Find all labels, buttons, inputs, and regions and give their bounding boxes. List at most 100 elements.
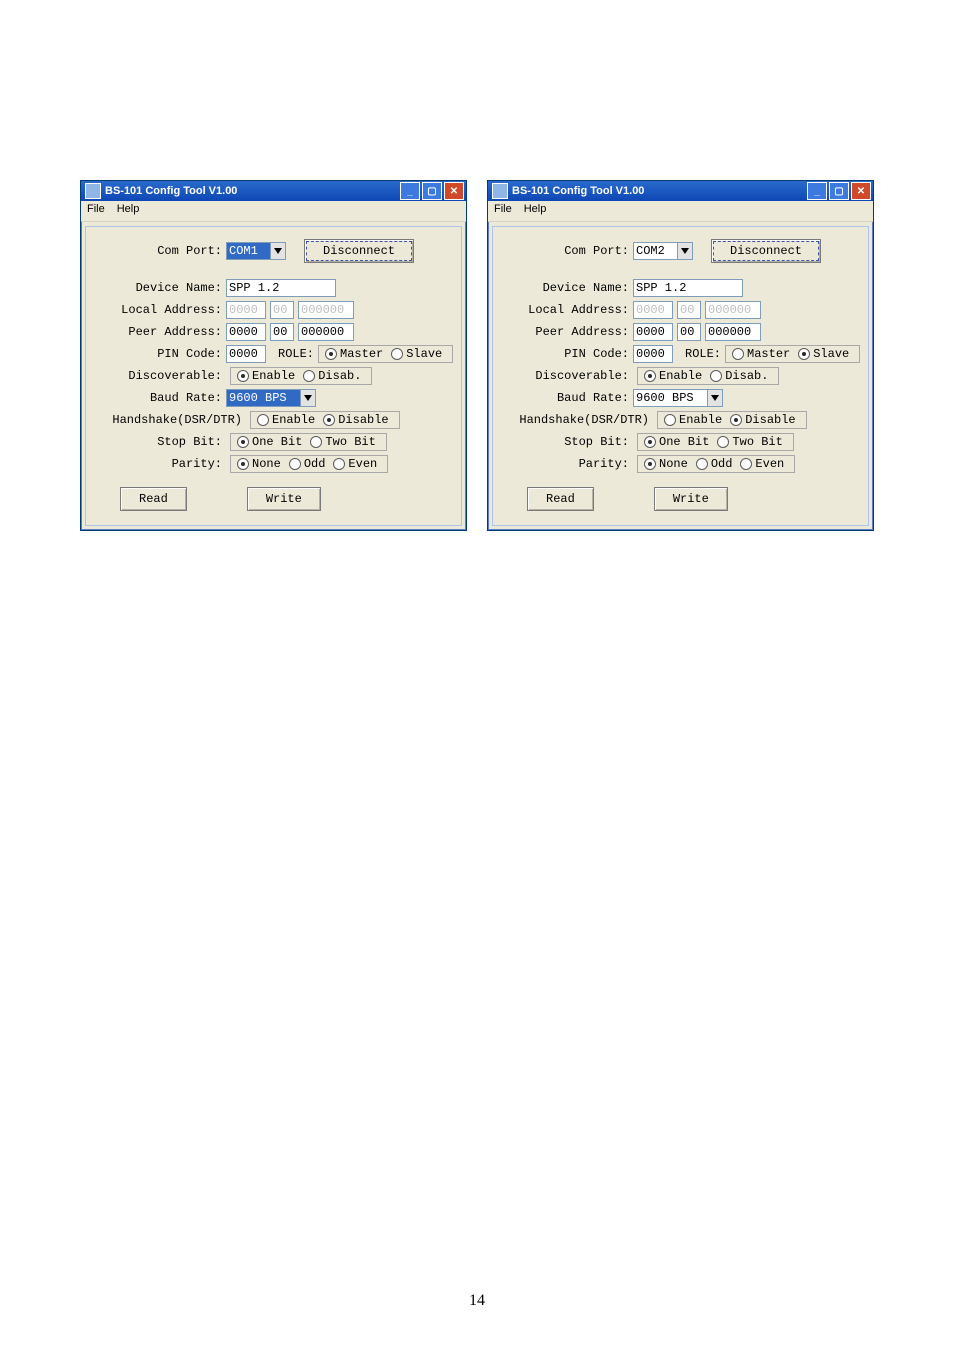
window-controls: _ ▢ ✕ xyxy=(807,182,871,200)
label-pin-code: PIN Code: xyxy=(92,347,226,361)
disconnect-button[interactable]: Disconnect xyxy=(304,239,414,263)
config-window-left: BS-101 Config Tool V1.00 _ ▢ ✕ File Help… xyxy=(80,180,467,531)
role-slave-radio[interactable]: Slave xyxy=(391,347,442,361)
disconnect-button[interactable]: Disconnect xyxy=(711,239,821,263)
hs-enable-radio[interactable]: Enable xyxy=(664,413,722,427)
write-button[interactable]: Write xyxy=(654,487,728,511)
par-even-label: Even xyxy=(348,457,377,471)
com-port-combo[interactable]: COM1 xyxy=(226,242,286,260)
role-master-radio[interactable]: Master xyxy=(325,347,383,361)
com-port-value[interactable]: COM1 xyxy=(226,242,270,260)
minimize-icon[interactable]: _ xyxy=(400,182,420,200)
sb-one-radio[interactable]: One Bit xyxy=(644,435,709,449)
peer-addr-3[interactable]: 000000 xyxy=(298,323,354,341)
close-icon[interactable]: ✕ xyxy=(444,182,464,200)
label-local-address: Local Address: xyxy=(92,303,226,317)
write-button[interactable]: Write xyxy=(247,487,321,511)
chevron-down-icon[interactable] xyxy=(270,242,286,260)
peer-addr-3[interactable]: 000000 xyxy=(705,323,761,341)
role-master-label: Master xyxy=(747,347,790,361)
chevron-down-icon[interactable] xyxy=(300,389,316,407)
baud-rate-combo[interactable]: 9600 BPS xyxy=(633,389,723,407)
par-none-label: None xyxy=(659,457,688,471)
client-area: Com Port: COM1 Disconnect Device Name: S… xyxy=(85,226,462,526)
role-master-label: Master xyxy=(340,347,383,361)
hs-disable-radio[interactable]: Disable xyxy=(730,413,795,427)
label-parity: Parity: xyxy=(499,457,633,471)
hs-disable-label: Disable xyxy=(338,413,388,427)
par-even-label: Even xyxy=(755,457,784,471)
local-addr-1[interactable]: 0000 xyxy=(633,301,673,319)
sb-two-radio[interactable]: Two Bit xyxy=(717,435,782,449)
disc-enable-label: Enable xyxy=(252,369,295,383)
app-icon xyxy=(492,183,508,199)
local-addr-2[interactable]: 00 xyxy=(677,301,701,319)
disc-enable-radio[interactable]: Enable xyxy=(237,369,295,383)
menu-file[interactable]: File xyxy=(494,203,512,221)
menu-help[interactable]: Help xyxy=(524,203,547,221)
close-icon[interactable]: ✕ xyxy=(851,182,871,200)
sb-one-label: One Bit xyxy=(659,435,709,449)
peer-addr-2[interactable]: 00 xyxy=(677,323,701,341)
par-odd-label: Odd xyxy=(304,457,326,471)
sb-one-radio[interactable]: One Bit xyxy=(237,435,302,449)
par-none-radio[interactable]: None xyxy=(644,457,688,471)
window-title: BS-101 Config Tool V1.00 xyxy=(105,185,237,197)
titlebar[interactable]: BS-101 Config Tool V1.00 _ ▢ ✕ xyxy=(81,181,466,201)
chevron-down-icon[interactable] xyxy=(707,389,723,407)
peer-addr-2[interactable]: 00 xyxy=(270,323,294,341)
chevron-down-icon[interactable] xyxy=(677,242,693,260)
sb-two-label: Two Bit xyxy=(732,435,782,449)
role-slave-radio[interactable]: Slave xyxy=(798,347,849,361)
discoverable-group: Enable Disab. xyxy=(637,367,779,385)
pin-field[interactable]: 0000 xyxy=(633,345,673,363)
role-master-radio[interactable]: Master xyxy=(732,347,790,361)
baud-rate-value[interactable]: 9600 BPS xyxy=(226,389,300,407)
local-addr-2[interactable]: 00 xyxy=(270,301,294,319)
titlebar[interactable]: BS-101 Config Tool V1.00 _ ▢ ✕ xyxy=(488,181,873,201)
pin-field[interactable]: 0000 xyxy=(226,345,266,363)
hs-disable-radio[interactable]: Disable xyxy=(323,413,388,427)
disc-enable-radio[interactable]: Enable xyxy=(644,369,702,383)
baud-rate-value[interactable]: 9600 BPS xyxy=(633,389,707,407)
hs-enable-radio[interactable]: Enable xyxy=(257,413,315,427)
label-baud-rate: Baud Rate: xyxy=(92,391,226,405)
label-baud-rate: Baud Rate: xyxy=(499,391,633,405)
label-role: ROLE: xyxy=(278,347,314,361)
local-addr-3[interactable]: 000000 xyxy=(298,301,354,319)
device-name-field[interactable]: SPP 1.2 xyxy=(633,279,743,297)
local-addr-3[interactable]: 000000 xyxy=(705,301,761,319)
par-none-radio[interactable]: None xyxy=(237,457,281,471)
label-parity: Parity: xyxy=(92,457,226,471)
minimize-icon[interactable]: _ xyxy=(807,182,827,200)
com-port-value[interactable]: COM2 xyxy=(633,242,677,260)
role-group: Master Slave xyxy=(318,345,453,363)
peer-addr-1[interactable]: 0000 xyxy=(633,323,673,341)
sb-two-label: Two Bit xyxy=(325,435,375,449)
com-port-combo[interactable]: COM2 xyxy=(633,242,693,260)
peer-addr-1[interactable]: 0000 xyxy=(226,323,266,341)
label-peer-address: Peer Address: xyxy=(92,325,226,339)
device-name-field[interactable]: SPP 1.2 xyxy=(226,279,336,297)
par-even-radio[interactable]: Even xyxy=(740,457,784,471)
read-button[interactable]: Read xyxy=(527,487,594,511)
par-odd-radio[interactable]: Odd xyxy=(289,457,326,471)
label-discoverable: Discoverable: xyxy=(499,369,633,383)
stopbit-group: One Bit Two Bit xyxy=(637,433,794,451)
par-even-radio[interactable]: Even xyxy=(333,457,377,471)
local-addr-1[interactable]: 0000 xyxy=(226,301,266,319)
maximize-icon[interactable]: ▢ xyxy=(829,182,849,200)
hs-enable-label: Enable xyxy=(679,413,722,427)
menu-file[interactable]: File xyxy=(87,203,105,221)
page-number: 14 xyxy=(0,1292,954,1310)
disc-disable-radio[interactable]: Disab. xyxy=(303,369,361,383)
stopbit-group: One Bit Two Bit xyxy=(230,433,387,451)
baud-rate-combo[interactable]: 9600 BPS xyxy=(226,389,316,407)
par-odd-radio[interactable]: Odd xyxy=(696,457,733,471)
menu-help[interactable]: Help xyxy=(117,203,140,221)
disc-disable-radio[interactable]: Disab. xyxy=(710,369,768,383)
sb-two-radio[interactable]: Two Bit xyxy=(310,435,375,449)
read-button[interactable]: Read xyxy=(120,487,187,511)
handshake-group: Enable Disable xyxy=(657,411,807,429)
maximize-icon[interactable]: ▢ xyxy=(422,182,442,200)
